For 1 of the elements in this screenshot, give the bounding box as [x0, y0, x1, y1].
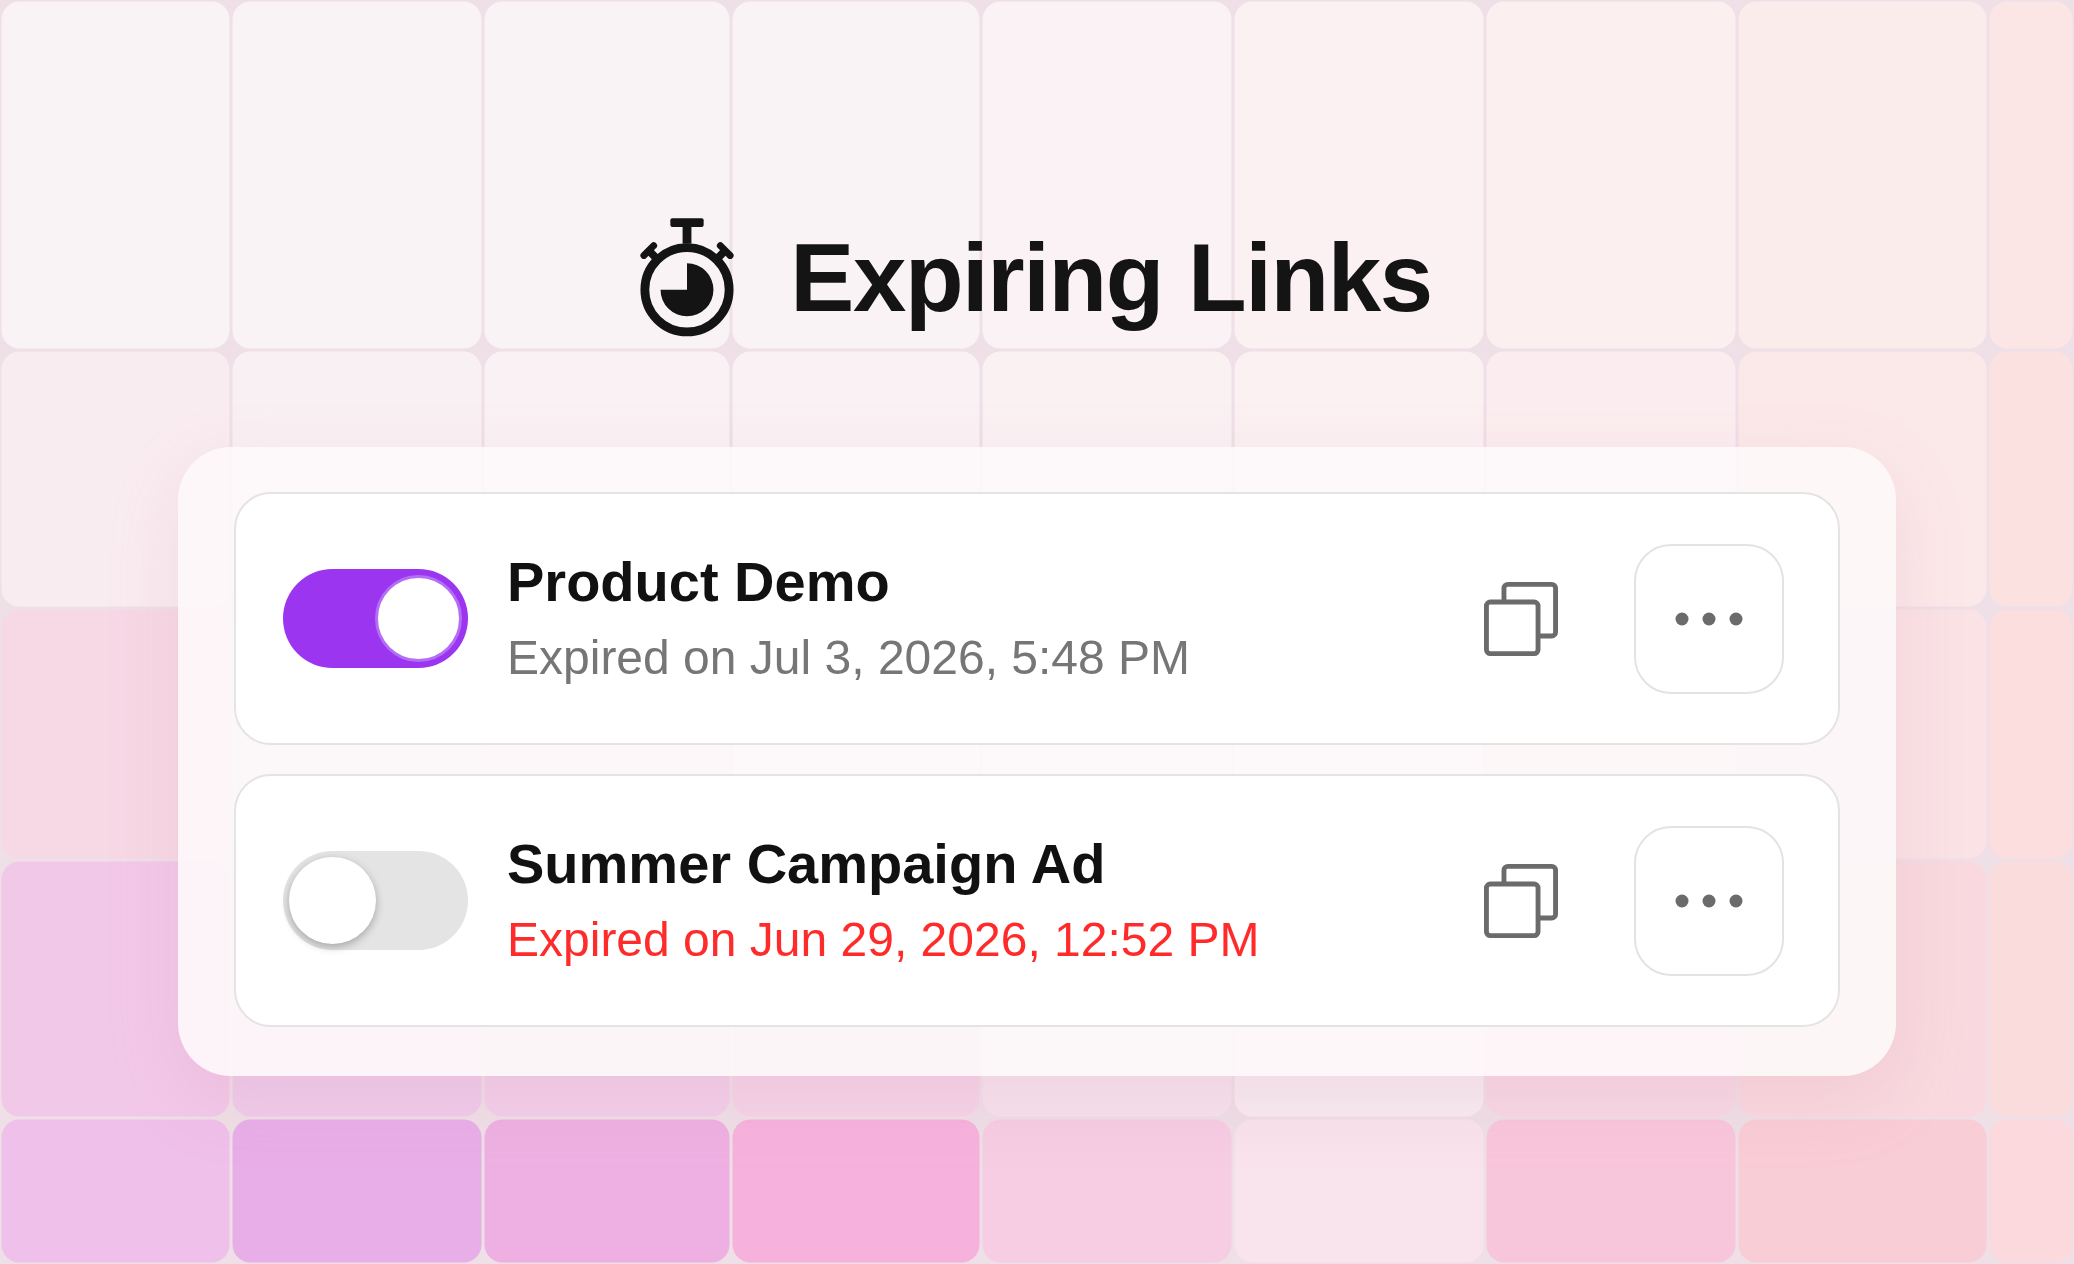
page-title: Expiring Links: [790, 223, 1432, 333]
